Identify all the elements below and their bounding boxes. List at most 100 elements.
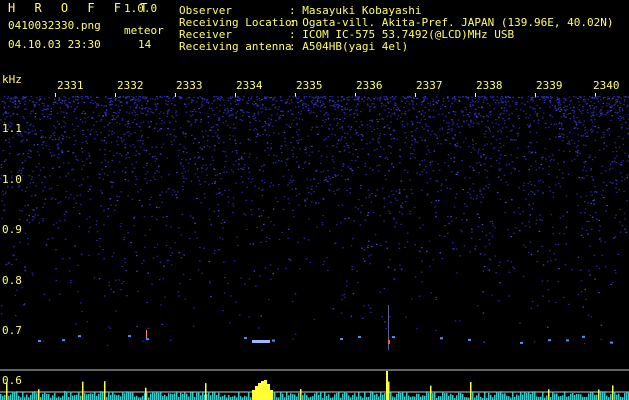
noise-dot (600, 240, 602, 242)
noise-dot (614, 103, 616, 105)
noise-dot (341, 135, 343, 138)
noise-dot (110, 141, 113, 143)
noise-dot (590, 128, 593, 130)
noise-dot (563, 296, 565, 298)
noise-dot (400, 206, 402, 208)
noise-dot (42, 110, 44, 112)
noise-dot (334, 106, 336, 108)
noise-dot (142, 140, 144, 142)
noise-dot (478, 113, 480, 115)
noise-dot (249, 243, 251, 245)
noise-dot (289, 126, 292, 129)
time-tick-label: 2331 (57, 79, 84, 92)
noise-dot (474, 248, 476, 250)
noise-dot (289, 109, 292, 111)
noise-dot (237, 244, 239, 246)
noise-dot (196, 237, 198, 239)
noise-dot (42, 147, 44, 149)
spectrum-bar (248, 391, 250, 400)
noise-dot (482, 99, 485, 101)
noise-dot (315, 202, 317, 204)
noise-dot (35, 133, 38, 135)
noise-dot (70, 193, 72, 195)
info-antenna-value: : A504HB(yagi 4el) (289, 40, 409, 53)
noise-dot (344, 132, 346, 134)
noise-dot (115, 104, 117, 106)
noise-dot (189, 215, 192, 217)
noise-dot (451, 119, 453, 121)
noise-dot (373, 98, 375, 100)
noise-dot (439, 252, 441, 254)
noise-dot (55, 222, 58, 224)
noise-dot (2, 210, 5, 212)
noise-dot (580, 280, 582, 282)
spectrum-bar (238, 392, 240, 400)
noise-dot (329, 183, 332, 185)
noise-dot (167, 259, 170, 261)
spectrum-bar (456, 395, 458, 400)
freq-tick-label: 0.8 (2, 274, 22, 287)
noise-dot (12, 254, 14, 256)
noise-dot (23, 117, 25, 119)
spectrum-bar (430, 385, 432, 400)
noise-dot (512, 97, 515, 99)
noise-dot (91, 99, 93, 101)
noise-dot (74, 109, 76, 111)
noise-dot (591, 105, 594, 107)
spectrum-bar (128, 391, 130, 400)
noise-dot (260, 315, 262, 317)
noise-dot (181, 172, 183, 174)
noise-dot (221, 96, 223, 98)
noise-dot (146, 100, 149, 102)
noise-dot (154, 127, 156, 129)
spectrum-bar (502, 393, 504, 400)
noise-dot (441, 183, 443, 185)
noise-dot (145, 164, 148, 167)
spectrum-bar (552, 391, 554, 400)
noise-dot (494, 255, 497, 257)
echo-mark (440, 337, 443, 340)
noise-dot (125, 167, 127, 169)
noise-dot (608, 128, 610, 130)
noise-dot (261, 195, 264, 197)
noise-dot (296, 124, 298, 126)
noise-dot (562, 128, 564, 130)
spectrum-bar (66, 391, 68, 400)
noise-dot (99, 177, 101, 179)
noise-dot (469, 251, 471, 253)
noise-dot (435, 296, 438, 298)
noise-dot (48, 188, 51, 190)
noise-dot (367, 189, 370, 191)
noise-dot (378, 99, 381, 101)
noise-dot (396, 199, 398, 201)
noise-dot (461, 125, 463, 127)
noise-dot (508, 117, 510, 120)
noise-dot (355, 109, 357, 111)
noise-dot (242, 158, 244, 160)
noise-dot (359, 187, 362, 189)
noise-dot (479, 164, 482, 166)
spectrum-bar (404, 396, 406, 400)
noise-dot (350, 245, 353, 247)
noise-dot (341, 175, 343, 177)
noise-dot (451, 124, 454, 126)
spectrum-bar (348, 395, 350, 400)
noise-dot (466, 97, 469, 99)
noise-dot (29, 124, 31, 126)
noise-dot (221, 219, 224, 221)
noise-dot (256, 135, 258, 138)
noise-dot (530, 142, 532, 144)
noise-dot (303, 237, 305, 239)
noise-dot (369, 263, 371, 265)
noise-dot (404, 141, 406, 144)
noise-dot (263, 223, 265, 225)
noise-dot (65, 191, 68, 193)
noise-dot (292, 153, 294, 155)
noise-dot (260, 108, 262, 110)
noise-dot (43, 203, 46, 205)
noise-dot (558, 104, 560, 106)
noise-dot (60, 111, 63, 113)
noise-dot (472, 100, 474, 102)
noise-dot (498, 168, 500, 170)
spectrum-bar (122, 391, 124, 400)
